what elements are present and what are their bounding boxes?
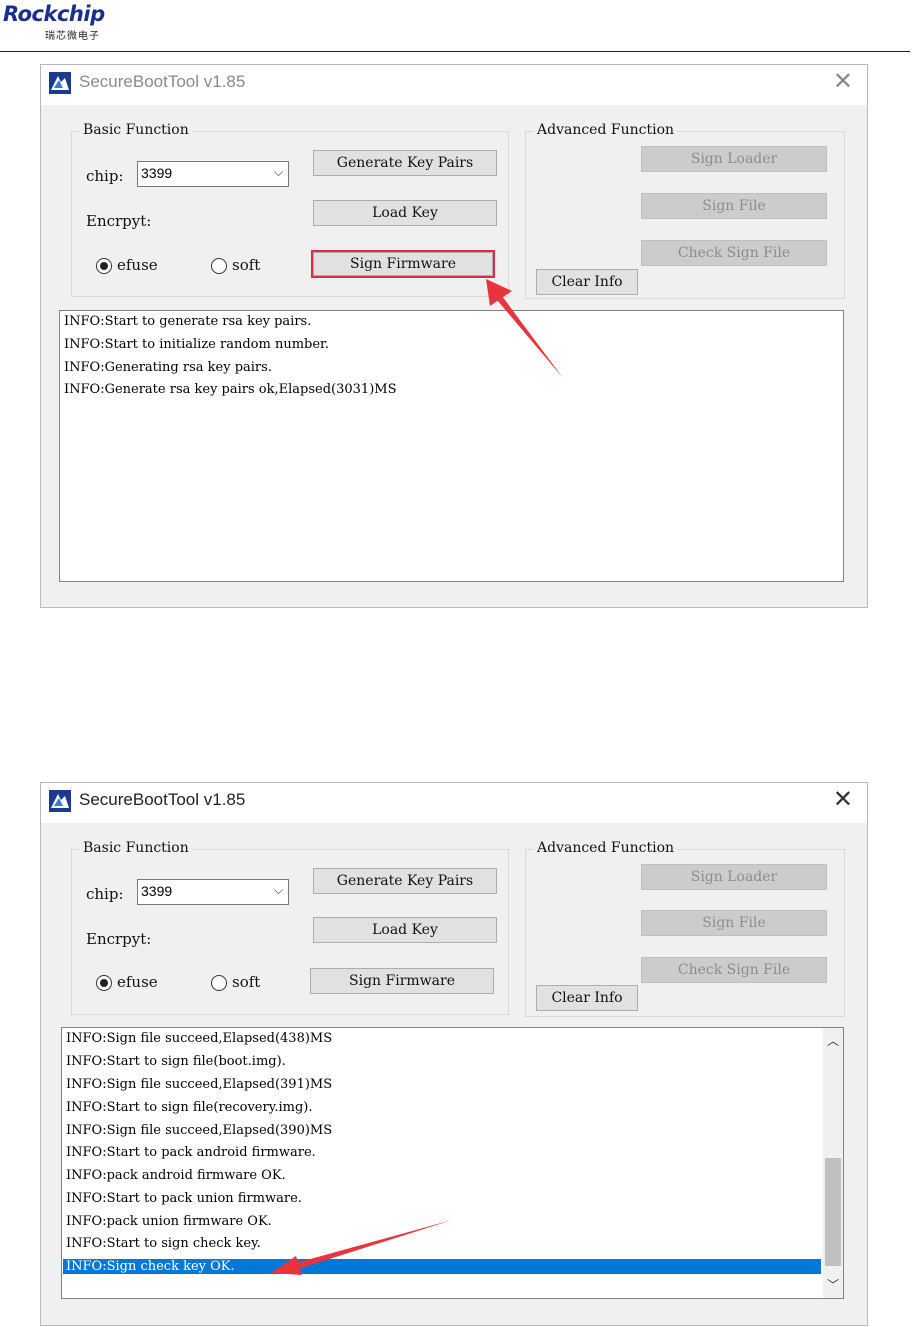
generate-key-pairs-button[interactable]: Generate Key Pairs [313,150,497,176]
chevron-down-icon[interactable]: ⌵ [274,883,283,898]
log-line: INFO:Generating rsa key pairs. [64,360,272,375]
log-line: INFO:Sign file succeed,Elapsed(390)MS [66,1123,333,1138]
soft-radio-label: soft [232,256,261,274]
log-line: INFO:pack union firmware OK. [66,1214,272,1229]
log-line: INFO:Start to sign file(recovery.img). [66,1100,313,1115]
log-line: INFO:pack android firmware OK. [66,1168,286,1183]
log-line-selected[interactable]: INFO:Sign check key OK. [63,1259,821,1274]
logo-text: Rockchip [3,2,105,26]
load-key-button[interactable]: Load Key [313,917,497,943]
encrypt-label: Encrpyt: [86,212,152,230]
basic-function-legend: Basic Function [80,840,192,856]
sign-loader-label: Sign Loader [690,869,778,885]
chevron-down-icon[interactable]: ⌵ [274,165,283,180]
rockchip-logo: Rockchip 瑞芯微电子 [3,2,113,42]
log-line: INFO:Start to sign file(boot.img). [66,1054,286,1069]
check-sign-file-label: Check Sign File [677,962,791,978]
advanced-function-legend: Advanced Function [534,840,678,856]
title-bar[interactable]: SecureBootTool v1.85 ✕ [41,65,867,105]
chevron-down-icon[interactable]: ﹀ [827,1276,839,1293]
generate-key-pairs-label: Generate Key Pairs [336,155,474,171]
check-sign-file-button[interactable]: Check Sign File [641,240,827,266]
encrypt-label: Encrpyt: [86,930,152,948]
soft-radio[interactable] [211,258,227,274]
clear-info-label: Clear Info [551,990,623,1006]
sign-firmware-label: Sign Firmware [350,256,456,272]
sign-loader-label: Sign Loader [690,151,778,167]
app-icon [49,72,71,94]
log-scrollbar[interactable]: ︿ ﹀ [823,1028,843,1298]
chip-select-value: 3399 [141,883,173,899]
window-title: SecureBootTool v1.85 [79,790,246,809]
sign-file-button[interactable]: Sign File [641,910,827,936]
log-line: INFO:Start to sign check key. [66,1236,261,1251]
chip-select[interactable]: 3399 ⌵ [137,879,289,905]
title-bar[interactable]: SecureBootTool v1.85 ✕ [41,783,867,823]
log-line: INFO:Sign file succeed,Elapsed(438)MS [66,1031,333,1046]
chip-select[interactable]: 3399 ⌵ [137,161,289,187]
log-output[interactable]: INFO:Start to generate rsa key pairs. IN… [59,310,844,582]
advanced-function-legend: Advanced Function [534,122,678,138]
load-key-label: Load Key [372,205,438,221]
sign-file-label: Sign File [702,915,766,931]
efuse-radio-label: efuse [117,973,158,991]
soft-radio[interactable] [211,975,227,991]
securebootool-window-2: SecureBootTool v1.85 ✕ Basic Function ch… [40,782,868,1326]
soft-radio-label: soft [232,973,261,991]
chip-label: chip: [86,167,124,185]
check-sign-file-button[interactable]: Check Sign File [641,957,827,983]
load-key-label: Load Key [372,922,438,938]
close-icon[interactable]: ✕ [833,788,853,812]
sign-file-button[interactable]: Sign File [641,193,827,219]
header-divider [0,51,910,52]
log-output[interactable]: INFO:Sign file succeed,Elapsed(438)MS IN… [61,1027,844,1299]
window-title: SecureBootTool v1.85 [79,72,246,91]
chip-label: chip: [86,885,124,903]
check-sign-file-label: Check Sign File [677,245,791,261]
chevron-up-icon[interactable]: ︿ [827,1032,839,1049]
clear-info-label: Clear Info [551,274,623,290]
sign-firmware-button[interactable]: Sign Firmware [310,968,494,994]
sign-firmware-label: Sign Firmware [349,973,455,989]
efuse-radio[interactable] [96,975,112,991]
clear-info-button[interactable]: Clear Info [536,985,638,1011]
close-icon[interactable]: ✕ [833,70,853,94]
sign-file-label: Sign File [702,198,766,214]
clear-info-button[interactable]: Clear Info [536,269,638,295]
sign-loader-button[interactable]: Sign Loader [641,864,827,890]
securebootool-window-1: SecureBootTool v1.85 ✕ Basic Function ch… [40,64,868,608]
generate-key-pairs-label: Generate Key Pairs [336,873,474,889]
basic-function-legend: Basic Function [80,122,192,138]
efuse-radio[interactable] [96,258,112,274]
generate-key-pairs-button[interactable]: Generate Key Pairs [313,868,497,894]
sign-loader-button[interactable]: Sign Loader [641,146,827,172]
chip-select-value: 3399 [141,165,173,181]
log-line: INFO:Sign file succeed,Elapsed(391)MS [66,1077,333,1092]
log-line: INFO:Generate rsa key pairs ok,Elapsed(3… [64,382,397,397]
load-key-button[interactable]: Load Key [313,200,497,226]
sign-firmware-button[interactable]: Sign Firmware [311,250,495,278]
log-line: INFO:Start to generate rsa key pairs. [64,314,312,329]
app-icon [49,790,71,812]
log-line: INFO:Start to pack android firmware. [66,1145,316,1160]
logo-subtitle: 瑞芯微电子 [45,31,100,42]
scrollbar-thumb[interactable] [825,1158,841,1266]
log-line: INFO:Start to initialize random number. [64,337,329,352]
efuse-radio-label: efuse [117,256,158,274]
log-line: INFO:Start to pack union firmware. [66,1191,302,1206]
